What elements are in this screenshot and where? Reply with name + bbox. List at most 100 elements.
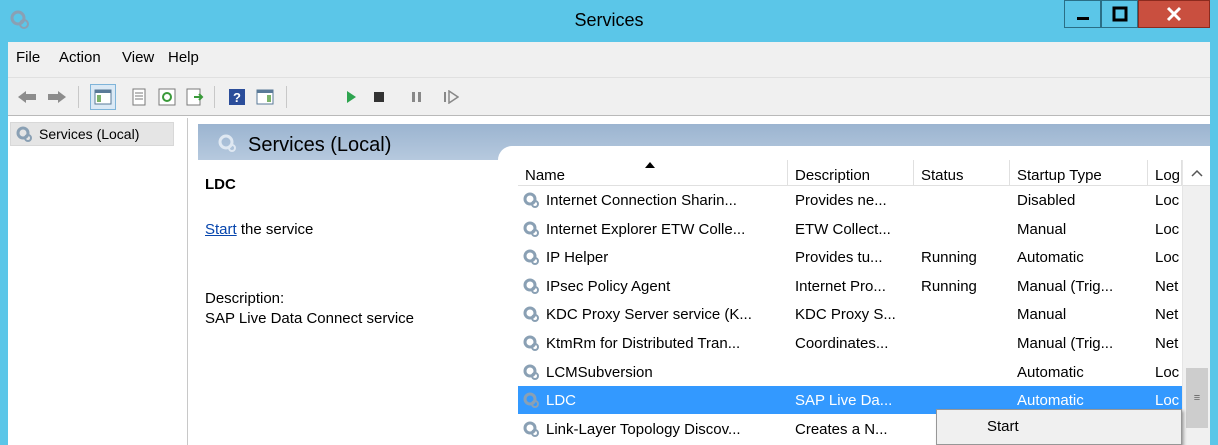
table-row[interactable]: IP Helper Provides tu... Running Automatic L… — [518, 243, 1182, 271]
start-service-button[interactable] — [338, 84, 364, 110]
pause-service-icon — [412, 92, 421, 102]
help-icon: ? — [229, 89, 245, 105]
title-bar[interactable]: Services — [0, 0, 1218, 42]
table-row[interactable]: Internet Explorer ETW Colle... ETW Collec… — [518, 215, 1182, 243]
splitter[interactable] — [188, 118, 198, 445]
service-gear-icon — [523, 335, 539, 351]
cell-description: Creates a N... — [795, 420, 888, 438]
context-menu: Start — [936, 409, 1182, 445]
cell-startup-type: Manual — [1017, 306, 1067, 324]
scrollbar-thumb[interactable]: ≡ — [1186, 368, 1208, 428]
column-header-log-on-as[interactable]: Log — [1148, 160, 1182, 186]
close-button[interactable] — [1138, 0, 1210, 28]
selected-service-name: LDC — [205, 176, 236, 193]
cell-log-on-as: Loc — [1155, 249, 1180, 267]
cell-description: Provides tu... — [795, 249, 883, 267]
properties-button[interactable] — [126, 84, 152, 110]
table-row[interactable]: LCMSubversion Automatic Loc — [518, 358, 1182, 386]
cell-name: IPsec Policy Agent — [546, 277, 671, 295]
services-window: Services File Action View Help ? Service… — [0, 0, 1218, 445]
start-service-link[interactable]: Start — [205, 221, 237, 238]
forward-button[interactable] — [44, 84, 70, 110]
tree-item-services-local[interactable]: Services (Local) — [10, 122, 174, 146]
header-curve — [498, 146, 1210, 160]
column-header-description[interactable]: Description — [788, 160, 914, 186]
start-service-line: Start the service — [205, 221, 313, 238]
menu-bar: File Action View Help — [8, 42, 1210, 78]
cell-startup-type: Manual (Trig... — [1017, 335, 1114, 352]
column-header-label: Name — [525, 167, 566, 184]
menu-file[interactable]: File — [16, 49, 40, 66]
cell-status: Running — [921, 277, 977, 295]
menu-view[interactable]: View — [122, 49, 154, 66]
service-gear-icon — [523, 364, 539, 380]
table-row[interactable]: KtmRm for Distributed Tran... Coordinates… — [518, 329, 1182, 357]
export-list-button[interactable] — [182, 84, 208, 110]
stop-service-icon — [374, 92, 384, 102]
stop-service-button[interactable] — [366, 84, 392, 110]
toolbar: ? — [8, 78, 1210, 116]
column-header-name[interactable]: Name — [518, 160, 788, 186]
column-header-status[interactable]: Status — [914, 160, 1010, 186]
menu-help[interactable]: Help — [168, 49, 199, 66]
cell-description: Internet Pro... — [795, 277, 886, 295]
service-gear-icon — [523, 278, 539, 294]
refresh-icon — [158, 88, 176, 106]
service-gear-icon — [523, 306, 539, 323]
show-hide-action-pane-button[interactable] — [252, 84, 278, 110]
minimize-button[interactable] — [1064, 0, 1101, 28]
cell-description: SAP Live Da... — [795, 392, 893, 410]
toolbar-separator — [286, 86, 287, 108]
maximize-button[interactable] — [1101, 0, 1138, 28]
cell-log-on-as: Net — [1155, 277, 1179, 295]
service-description: SAP Live Data Connect service — [205, 310, 414, 327]
close-icon — [1166, 6, 1182, 22]
pause-service-button[interactable] — [404, 84, 430, 110]
service-info-panel: LDC Start the service Description: SAP L… — [198, 160, 508, 445]
tree-item-label: Services (Local) — [39, 126, 140, 142]
menu-action[interactable]: Action — [59, 49, 101, 66]
console-tree: Services (Local) — [8, 118, 188, 445]
table-row[interactable]: Internet Connection Sharin... Provides ne… — [518, 186, 1182, 214]
back-button[interactable] — [14, 84, 40, 110]
resume-service-button[interactable] — [438, 84, 464, 110]
cell-name: Internet Explorer ETW Colle... — [546, 220, 746, 238]
cell-name: LDC — [546, 392, 577, 410]
export-list-icon — [186, 88, 204, 106]
cell-startup-type: Automatic — [1017, 249, 1084, 267]
detail-pane: Services (Local) LDC Start the service D… — [198, 124, 1210, 445]
resume-service-icon — [444, 90, 459, 104]
detail-header: Services (Local) — [198, 124, 1210, 160]
cell-log-on-as: Loc — [1155, 392, 1180, 410]
cell-name: LCMSubversion — [546, 363, 653, 381]
cell-description: ETW Collect... — [795, 220, 891, 238]
service-gear-icon — [523, 192, 539, 208]
help-button[interactable]: ? — [224, 84, 250, 110]
sort-ascending-icon — [645, 162, 655, 168]
console-tree-button[interactable] — [90, 84, 116, 110]
back-arrow-icon — [18, 91, 36, 103]
cell-startup-type: Disabled — [1017, 192, 1076, 209]
column-header-startup-type[interactable]: Startup Type — [1010, 160, 1148, 186]
vertical-scrollbar[interactable]: ≡ — [1182, 160, 1210, 445]
cell-name: KDC Proxy Server service (K... — [546, 306, 752, 324]
cell-log-on-as: Loc — [1155, 220, 1180, 238]
chevron-up-icon — [1191, 169, 1203, 177]
cell-log-on-as: Loc — [1155, 363, 1180, 381]
cell-name: Link-Layer Topology Discov... — [546, 420, 741, 438]
toolbar-separator — [78, 86, 79, 108]
scroll-up-button[interactable] — [1183, 160, 1210, 186]
refresh-button[interactable] — [154, 84, 180, 110]
table-row[interactable]: KDC Proxy Server service (K... KDC Proxy … — [518, 300, 1182, 328]
properties-icon — [132, 88, 146, 106]
start-service-suffix: the service — [236, 221, 314, 238]
cell-name: IP Helper — [546, 249, 609, 267]
console-tree-icon — [94, 89, 112, 105]
table-row[interactable]: IPsec Policy Agent Internet Pro... Running… — [518, 272, 1182, 300]
window-title: Services — [574, 10, 644, 30]
forward-arrow-icon — [48, 91, 66, 103]
detail-header-title: Services (Local) — [248, 134, 392, 156]
cell-log-on-as: Net — [1155, 335, 1179, 352]
service-gear-icon — [523, 421, 539, 437]
context-menu-start[interactable]: Start — [987, 418, 1019, 435]
